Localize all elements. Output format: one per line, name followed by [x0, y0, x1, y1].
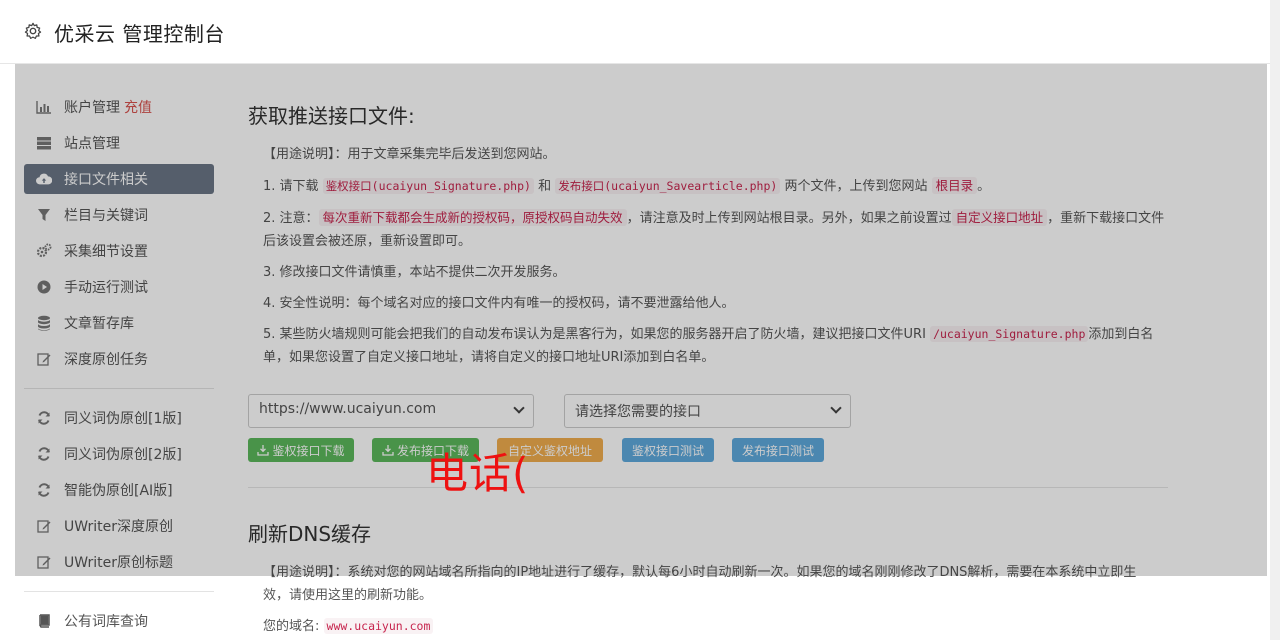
- bar-chart-icon: [36, 99, 52, 115]
- cogs-icon: [36, 243, 52, 259]
- edit-icon: [36, 518, 52, 534]
- push-step-5: 5. 某些防火墙规则可能会把我们的自动发布误认为是黑客行为，如果您的服务器开启了…: [248, 323, 1168, 369]
- text: 1. 请下载: [263, 179, 319, 194]
- sidebar-item-synonym-v1[interactable]: 同义词伪原创[1版]: [24, 403, 214, 433]
- sidebar-item-manual-run[interactable]: 手动运行测试: [24, 272, 214, 302]
- domain-value: www.ucaiyun.com: [323, 618, 434, 634]
- sidebar-item-label: 同义词伪原创[1版]: [64, 411, 182, 427]
- text: 2. 注意：: [263, 211, 319, 226]
- sidebar-item-label: 公有词库查询: [64, 614, 148, 630]
- push-section-title: 获取推送接口文件:: [248, 104, 415, 128]
- refresh-icon: [36, 482, 52, 498]
- overlay-text: 电话(: [426, 449, 530, 498]
- push-section: 获取推送接口文件: 【用途说明】：用于文章采集完毕后发送到您网站。 1. 请下载…: [248, 100, 1168, 369]
- refresh-icon: [36, 446, 52, 462]
- sidebar-item-label: UWriter原创标题: [64, 555, 173, 571]
- sidebar-item-label: 智能伪原创[AI版]: [64, 483, 173, 499]
- push-step-3: 3. 修改接口文件请慎重，本站不提供二次开发服务。: [263, 265, 566, 280]
- sidebar-item-deep-original[interactable]: 深度原创任务: [24, 344, 214, 374]
- sidebar-item-uwriter-deep[interactable]: UWriter深度原创: [24, 511, 214, 541]
- play-circle-icon: [36, 279, 52, 295]
- sidebar-item-label: 栏目与关键词: [64, 208, 148, 224]
- scrollbar[interactable]: [1270, 0, 1280, 640]
- sidebar-item-uwriter-title[interactable]: UWriter原创标题: [24, 547, 214, 577]
- sidebar-item-sites[interactable]: 站点管理: [24, 128, 214, 158]
- filter-icon: [36, 207, 52, 223]
- download-signature-button[interactable]: 鉴权接口下载: [248, 438, 354, 462]
- sidebar-item-synonym-v2[interactable]: 同义词伪原创[2版]: [24, 439, 214, 469]
- dns-section-title: 刷新DNS缓存: [248, 522, 372, 546]
- sidebar-item-article-store[interactable]: 文章暂存库: [24, 308, 214, 338]
- notice-code: 每次重新下载都会生成新的授权码，原授权码自动失效: [318, 209, 627, 226]
- sidebar: 账户管理 充值 站点管理 接口文件相关 栏目与关键词 采集细节设置 手动运行测试: [24, 92, 214, 642]
- sidebar-divider: [24, 591, 214, 592]
- sidebar-item-account[interactable]: 账户管理 充值: [24, 92, 214, 122]
- sidebar-item-keywords[interactable]: 栏目与关键词: [24, 200, 214, 230]
- download-icon: [257, 445, 270, 456]
- push-step-2: 2. 注意： 每次重新下载都会生成新的授权码，原授权码自动失效 ，请注意及时上传到网…: [248, 206, 1168, 253]
- api-select-value: 请选择您需要的接口: [575, 404, 701, 420]
- download-icon: [382, 445, 394, 456]
- sidebar-item-label: 采集细节设置: [64, 244, 148, 260]
- button-label: 鉴权接口测试: [631, 443, 704, 458]
- sidebar-item-label: 同义词伪原创[2版]: [64, 447, 182, 463]
- dns-section: 刷新DNS缓存 【用途说明】：系统对您的网站域名所指向的IP地址进行了缓存，默认…: [248, 518, 1148, 638]
- button-label: 发布接口测试: [741, 443, 814, 458]
- database-icon: [36, 315, 52, 331]
- sidebar-item-label: 接口文件相关: [64, 172, 148, 188]
- site-select[interactable]: https://www.ucaiyun.com: [248, 394, 534, 428]
- server-icon: [36, 135, 52, 151]
- sidebar-item-label: 文章暂存库: [64, 316, 134, 332]
- button-label: 鉴权接口下载: [272, 443, 345, 458]
- sidebar-item-label: UWriter深度原创: [64, 519, 173, 535]
- dns-domain-row: 您的域名: www.ucaiyun.com: [248, 615, 1148, 638]
- sidebar-item-label: 手动运行测试: [64, 280, 148, 296]
- sidebar-item-label: 站点管理: [64, 136, 120, 152]
- text: 。: [977, 179, 991, 194]
- top-bar: 优采云 管理控制台: [0, 0, 1270, 64]
- book-icon: [36, 613, 52, 629]
- push-step-1: 1. 请下载 鉴权接口(ucaiyun_Signature.php) 和 发布接…: [248, 174, 1168, 198]
- sidebar-item-public-lexicon[interactable]: 公有词库查询: [24, 606, 214, 636]
- sidebar-item-label: 账户管理: [64, 100, 120, 116]
- signature-uri-code: /ucaiyun_Signature.php: [930, 326, 1089, 342]
- sidebar-item-interface-files[interactable]: 接口文件相关: [24, 164, 214, 194]
- chevron-down-icon: [513, 402, 525, 414]
- gear-icon: [24, 22, 42, 40]
- page-title: 优采云 管理控制台: [54, 22, 225, 46]
- test-publish-button[interactable]: 发布接口测试: [732, 438, 824, 462]
- site-select-value: https://www.ucaiyun.com: [259, 401, 437, 417]
- domain-label: 您的域名:: [263, 619, 320, 634]
- sidebar-item-label: 深度原创任务: [64, 352, 148, 368]
- sidebar-item-ai-rewrite[interactable]: 智能伪原创[AI版]: [24, 475, 214, 505]
- test-signature-button[interactable]: 鉴权接口测试: [622, 438, 714, 462]
- sidebar-item-collect-settings[interactable]: 采集细节设置: [24, 236, 214, 266]
- edit-icon: [36, 351, 52, 367]
- push-step-4: 4. 安全性说明：每个域名对应的接口文件内有唯一的授权码，请不要泄露给他人。: [263, 296, 735, 311]
- recharge-link[interactable]: 充值: [124, 97, 152, 117]
- custom-address-code: 自定义接口地址: [951, 209, 1048, 226]
- text: 5. 某些防火墙规则可能会把我们的自动发布误认为是黑客行为，如果您的服务器开启了…: [263, 327, 926, 342]
- sidebar-divider: [24, 388, 214, 389]
- push-usage: 【用途说明】：用于文章采集完毕后发送到您网站。: [263, 147, 556, 162]
- edit-icon: [36, 554, 52, 570]
- text: ，请注意及时上传到网站根目录。另外，如果之前设置过: [626, 211, 952, 226]
- text: 和: [538, 179, 552, 194]
- dns-usage: 【用途说明】：系统对您的网站域名所指向的IP地址进行了缓存，默认每6小时自动刷新…: [263, 565, 1137, 603]
- savearticle-file-code: 发布接口(ucaiyun_Savearticle.php): [555, 178, 781, 194]
- section-divider: [248, 487, 1168, 488]
- root-dir-code: 根目录: [931, 177, 978, 194]
- text: 两个文件，上传到您网站: [784, 179, 928, 194]
- chevron-down-icon: [830, 402, 842, 414]
- refresh-icon: [36, 410, 52, 426]
- signature-file-code: 鉴权接口(ucaiyun_Signature.php): [322, 178, 534, 194]
- api-select[interactable]: 请选择您需要的接口: [564, 394, 851, 428]
- cloud-upload-icon: [36, 171, 52, 187]
